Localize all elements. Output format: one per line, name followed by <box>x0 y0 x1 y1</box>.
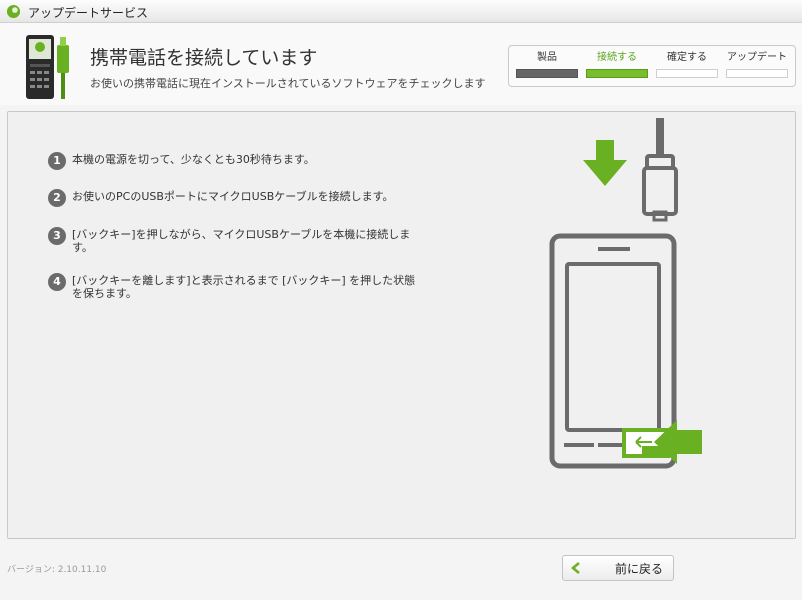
instruction-text: 本機の電源を切って、少なくとも30秒待ちます。 <box>72 153 315 166</box>
window-title: アップデートサービス <box>28 6 149 20</box>
instruction-text: [バックキー]を押しながら、マイクロUSBケーブルを本機に接続します。 <box>72 228 411 254</box>
arrow-down-icon <box>583 140 627 186</box>
step-update: アップデート <box>726 48 788 78</box>
step-label: 接続する <box>597 52 637 63</box>
step-number-badge: 1 <box>48 152 66 170</box>
header: 携帯電話を接続しています お使いの携帯電話に現在インストールされているソフトウェ… <box>0 23 802 105</box>
step-progress-bar <box>656 69 718 78</box>
chevron-left-icon <box>571 562 580 574</box>
back-button[interactable]: 前に戻る <box>562 555 674 581</box>
phone-connection-illustration <box>549 118 702 469</box>
step-progress-bar <box>586 69 648 78</box>
instruction-panel: 1 本機の電源を切って、少なくとも30秒待ちます。 2 お使いのPCのUSBポー… <box>7 111 796 539</box>
instruction-text: お使いのPCのUSBポートにマイクロUSBケーブルを接続します。 <box>72 190 394 203</box>
usb-cable-icon <box>642 118 678 222</box>
step-number-badge: 4 <box>48 273 66 291</box>
step-number-badge: 3 <box>48 227 66 245</box>
step-indicator: 製品 接続する 確定する アップデート <box>508 45 796 87</box>
title-bar: アップデートサービス <box>0 0 802 23</box>
back-key-highlight-icon <box>622 420 702 464</box>
step-number-badge: 2 <box>48 189 66 207</box>
step-label: 製品 <box>537 52 557 63</box>
app-logo-icon <box>6 4 21 19</box>
step-progress-bar <box>516 69 578 78</box>
step-label: 確定する <box>667 52 707 63</box>
page-subtitle: お使いの携帯電話に現在インストールされているソフトウェアをチェックします <box>90 77 486 90</box>
step-progress-bar <box>726 69 788 78</box>
page-title: 携帯電話を接続しています <box>90 47 318 69</box>
step-confirm: 確定する <box>656 48 718 78</box>
step-product: 製品 <box>516 48 578 78</box>
back-button-label: 前に戻る <box>615 562 664 576</box>
step-label: アップデート <box>727 52 787 63</box>
instruction-text: [バックキーを離します]と表示されるまで [バックキー] を押した状態を保ちます… <box>72 274 416 300</box>
version-label: バージョン: 2.10.11.10 <box>7 565 107 575</box>
phone-usb-icon <box>26 35 69 99</box>
step-connect: 接続する <box>586 48 648 78</box>
